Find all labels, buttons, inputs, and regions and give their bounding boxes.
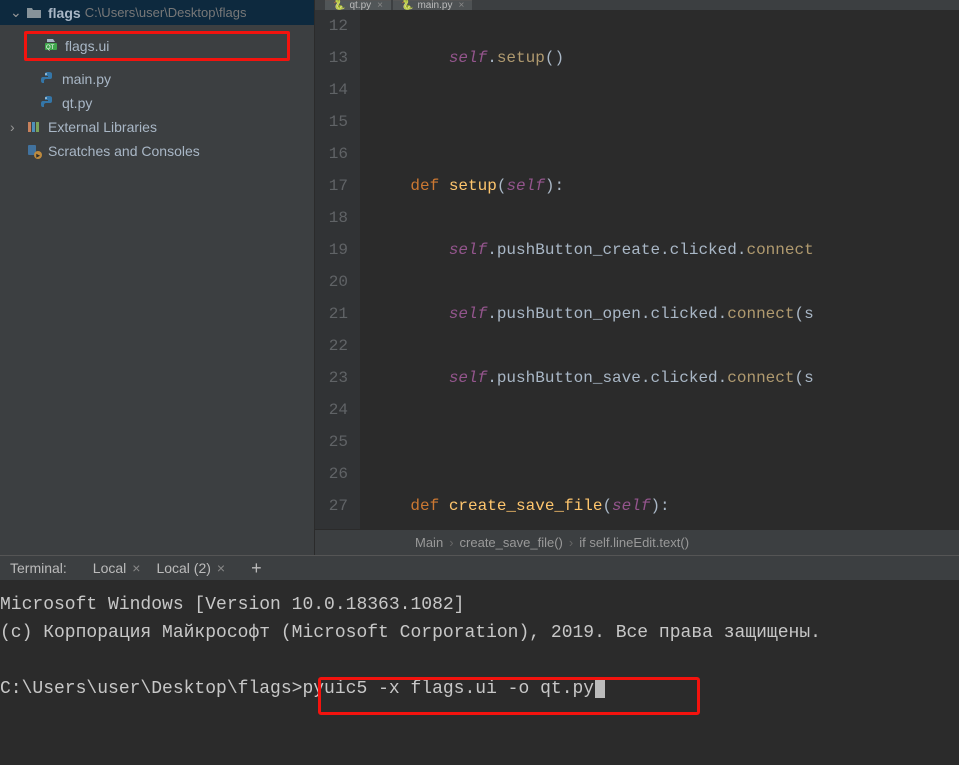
project-root-path: C:\Users\user\Desktop\flags — [85, 5, 247, 20]
python-file-icon: 🐍 — [401, 0, 413, 10]
breadcrumb-item[interactable]: Main — [415, 535, 443, 550]
python-file-icon — [40, 95, 56, 111]
chevron-right-icon: › — [10, 119, 24, 135]
terminal-body[interactable]: Microsoft Windows [Version 10.0.18363.10… — [0, 581, 959, 765]
editor-tabs[interactable]: 🐍qt.py× 🐍main.py× — [315, 0, 959, 10]
external-libraries-row[interactable]: › External Libraries — [0, 115, 314, 139]
qt-file-icon: QT — [43, 38, 59, 54]
scratches-label: Scratches and Consoles — [48, 143, 200, 159]
scratches-icon: ▶ — [26, 143, 42, 159]
svg-text:QT: QT — [46, 45, 55, 51]
file-row-qt-py[interactable]: qt.py — [0, 91, 314, 115]
close-icon[interactable]: × — [132, 560, 140, 576]
close-icon[interactable]: × — [377, 0, 383, 10]
file-label: flags.ui — [65, 38, 109, 54]
terminal-line: (c) Корпорация Майкрософт (Microsoft Cor… — [0, 619, 959, 647]
breadcrumb[interactable]: Main › create_save_file() › if self.line… — [315, 529, 959, 555]
project-root-row[interactable]: ⌄ flags C:\Users\user\Desktop\flags — [0, 0, 314, 25]
editor-column: 🐍qt.py× 🐍main.py× 12 13 14 15 16 17 18 1… — [315, 0, 959, 555]
close-icon[interactable]: × — [458, 0, 464, 10]
python-file-icon — [40, 71, 56, 87]
code-editor[interactable]: 12 13 14 15 16 17 18 19 20 21 22 23 24 2… — [315, 10, 959, 529]
close-icon[interactable]: × — [217, 560, 225, 576]
add-terminal-button[interactable]: + — [245, 558, 268, 579]
file-row-flags-ui[interactable]: QT flags.ui — [27, 34, 287, 58]
breadcrumb-item[interactable]: if self.lineEdit.text() — [579, 535, 689, 550]
terminal-tab-local-2[interactable]: Local (2) × — [148, 556, 233, 580]
file-row-main-py[interactable]: main.py — [0, 67, 314, 91]
terminal-line: Microsoft Windows [Version 10.0.18363.10… — [0, 591, 959, 619]
file-label: main.py — [62, 71, 111, 87]
annotation-highlight-flags-ui: QT flags.ui — [24, 31, 290, 61]
tab-main-py[interactable]: 🐍main.py× — [393, 0, 472, 10]
terminal-label: Terminal: — [10, 560, 67, 576]
code-content[interactable]: self.setup() def setup(self): self.pushB… — [360, 10, 959, 529]
python-file-icon: 🐍 — [333, 0, 345, 10]
project-root-name: flags — [48, 5, 81, 21]
terminal-line — [0, 647, 959, 675]
chevron-down-icon: ⌄ — [10, 4, 24, 21]
folder-icon — [26, 5, 42, 21]
library-icon — [26, 119, 42, 135]
external-libraries-label: External Libraries — [48, 119, 157, 135]
project-sidebar[interactable]: ⌄ flags C:\Users\user\Desktop\flags QT f… — [0, 0, 315, 555]
scratches-row[interactable]: ▶ Scratches and Consoles — [0, 139, 314, 163]
line-gutter: 12 13 14 15 16 17 18 19 20 21 22 23 24 2… — [315, 10, 360, 529]
breadcrumb-item[interactable]: create_save_file() — [460, 535, 563, 550]
tab-qt-py[interactable]: 🐍qt.py× — [325, 0, 391, 10]
file-label: qt.py — [62, 95, 92, 111]
chevron-right-icon: › — [449, 535, 453, 550]
terminal-panel[interactable]: Terminal: Local × Local (2) × + Microsof… — [0, 555, 959, 765]
annotation-highlight-command — [318, 677, 700, 715]
chevron-right-icon: › — [569, 535, 573, 550]
terminal-tab-local[interactable]: Local × — [85, 556, 149, 580]
terminal-header: Terminal: Local × Local (2) × + — [0, 555, 959, 581]
svg-text:▶: ▶ — [36, 153, 40, 159]
